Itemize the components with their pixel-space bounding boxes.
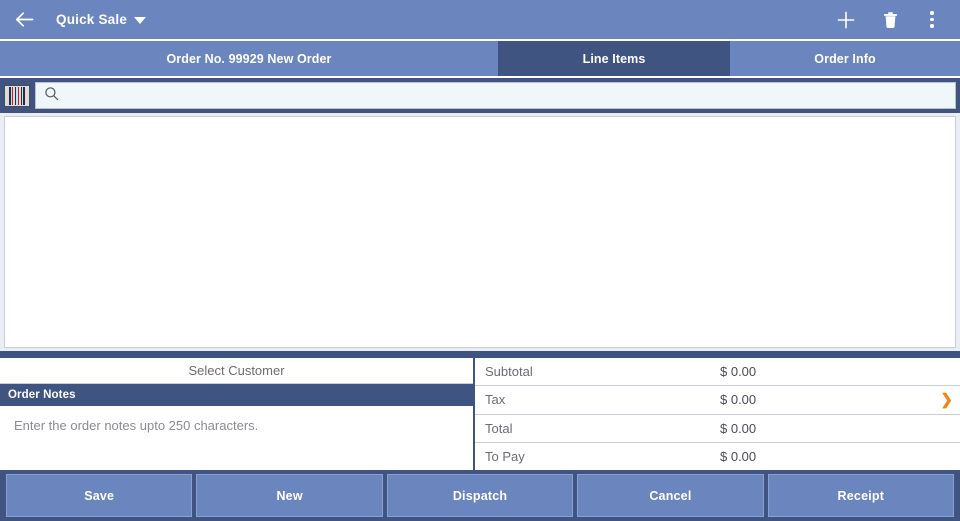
tab-line-items-label: Line Items	[582, 51, 646, 66]
more-vertical-icon[interactable]	[922, 9, 942, 31]
totals-row-to-pay[interactable]: To Pay $ 0.00	[475, 442, 960, 470]
order-summary: Select Customer Order Notes Subtotal $ 0…	[0, 358, 960, 470]
app-bar: Quick Sale	[0, 0, 960, 39]
totals-row-total[interactable]: Total $ 0.00	[475, 414, 960, 443]
search-bar	[0, 78, 960, 113]
totals-row-tax[interactable]: Tax $ 0.00 ❯	[475, 386, 960, 415]
dispatch-button-label: Dispatch	[452, 488, 508, 503]
tab-order-no[interactable]: Order No. 99929 New Order	[0, 41, 498, 76]
search-input[interactable]	[67, 83, 947, 108]
section-divider	[0, 351, 960, 358]
tab-bar: Order No. 99929 New Order Line Items Ord…	[0, 39, 960, 78]
tab-line-items[interactable]: Line Items	[498, 41, 730, 76]
select-customer-button[interactable]: Select Customer	[0, 358, 473, 384]
line-items-empty-state	[5, 117, 955, 347]
totals-label-total: Total	[485, 420, 513, 436]
order-notes-body[interactable]	[0, 406, 473, 470]
app-bar-left: Quick Sale	[14, 10, 147, 30]
save-button-label: Save	[84, 488, 115, 503]
cancel-button-label: Cancel	[649, 488, 692, 503]
chevron-right-icon[interactable]: ❯	[940, 392, 953, 407]
save-button[interactable]: Save	[6, 474, 193, 517]
totals-value-tax: $ 0.00	[720, 392, 757, 408]
order-notes-input[interactable]	[14, 418, 459, 458]
app-bar-actions	[834, 8, 950, 32]
quick-sale-screen: Quick Sale Order No. 99929 New Order Lin…	[0, 0, 960, 521]
totals-value-subtotal: $ 0.00	[720, 364, 757, 380]
back-arrow-icon[interactable]	[14, 10, 34, 30]
dispatch-button[interactable]: Dispatch	[386, 474, 574, 517]
new-button[interactable]: New	[196, 474, 383, 517]
app-title-dropdown[interactable]: Quick Sale	[56, 12, 147, 27]
order-notes-header-label: Order Notes	[8, 389, 76, 401]
order-notes-header: Order Notes	[0, 384, 473, 406]
tab-order-no-label: Order No. 99929 New Order	[166, 51, 332, 66]
cancel-button[interactable]: Cancel	[577, 474, 764, 517]
barcode-scan-icon[interactable]	[4, 84, 30, 107]
totals-row-subtotal[interactable]: Subtotal $ 0.00	[475, 358, 960, 387]
action-button-bar: Save New Dispatch Cancel Receipt	[0, 470, 960, 521]
tab-order-info[interactable]: Order Info	[730, 41, 960, 76]
totals-value-to-pay: $ 0.00	[720, 448, 757, 464]
totals-column: Subtotal $ 0.00 Tax $ 0.00 ❯ Total $ 0.0…	[475, 358, 960, 470]
totals-value-total: $ 0.00	[720, 420, 757, 436]
app-title-label: Quick Sale	[56, 12, 128, 27]
notes-column: Select Customer Order Notes	[0, 358, 475, 470]
search-icon	[44, 86, 59, 106]
tab-order-info-label: Order Info	[814, 51, 876, 66]
trash-icon[interactable]	[878, 8, 902, 32]
select-customer-label: Select Customer	[188, 363, 285, 378]
chevron-down-icon	[134, 17, 147, 24]
search-field[interactable]	[35, 82, 956, 109]
receipt-button[interactable]: Receipt	[767, 474, 955, 517]
line-items-list[interactable]	[4, 116, 956, 348]
totals-label-tax: Tax	[485, 392, 506, 408]
new-button-label: New	[276, 488, 303, 503]
plus-icon[interactable]	[834, 8, 858, 32]
totals-label-subtotal: Subtotal	[485, 364, 533, 380]
totals-label-to-pay: To Pay	[485, 448, 525, 464]
receipt-button-label: Receipt	[837, 488, 885, 503]
